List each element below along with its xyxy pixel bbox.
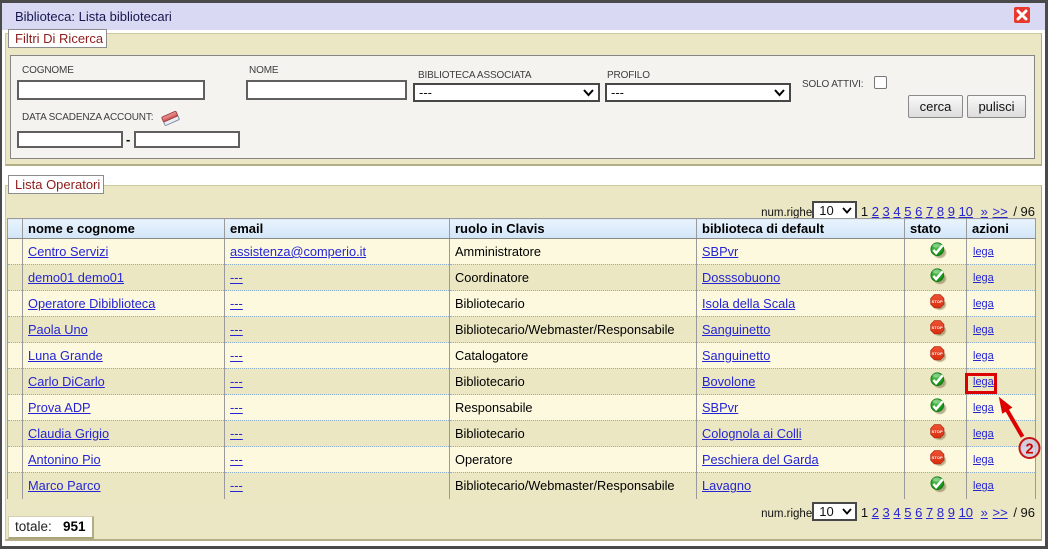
svg-text:2: 2 bbox=[1025, 441, 1033, 457]
